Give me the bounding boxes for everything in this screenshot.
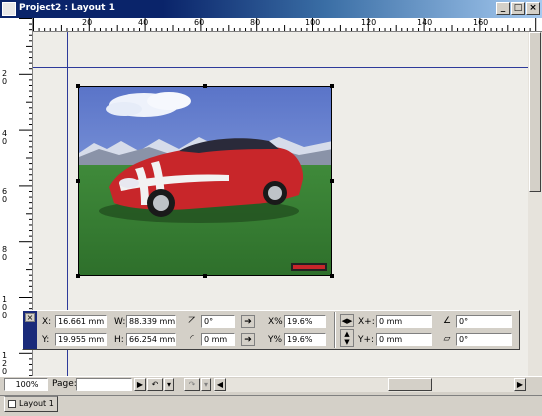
page-icon	[8, 400, 16, 408]
minimize-button[interactable]: _	[496, 2, 510, 15]
redo-icon[interactable]: ↷	[184, 378, 200, 391]
chevron-down-icon[interactable]: ▾	[164, 378, 174, 391]
picture-skew-field[interactable]: 0°	[456, 333, 512, 346]
ruler-label: 40	[138, 18, 149, 27]
horizontal-guide[interactable]	[33, 67, 528, 68]
layout-tab-bar	[0, 395, 542, 416]
selection-handle[interactable]	[330, 84, 334, 88]
corner-radius-field[interactable]: 0 mm	[201, 333, 235, 346]
ruler-label: 120	[361, 18, 377, 27]
selection-handle[interactable]	[203, 84, 207, 88]
offset-y-field[interactable]: 0 mm	[376, 333, 432, 346]
selection-handle[interactable]	[76, 179, 80, 183]
offset-x-field[interactable]: 0 mm	[376, 315, 432, 328]
offset-x-label: X+:	[358, 317, 375, 327]
tab-layout-1[interactable]: Layout 1	[4, 396, 58, 412]
w-label: W:	[114, 317, 126, 327]
scroll-right-icon[interactable]: ▶	[514, 378, 526, 391]
ruler-label: 160	[473, 18, 489, 27]
close-button[interactable]: ×	[526, 2, 540, 15]
tab-label: Layout 1	[19, 399, 54, 408]
ruler-label: 2 0	[2, 69, 8, 86]
car-image	[79, 87, 331, 275]
undo-icon[interactable]: ↶	[147, 378, 163, 391]
selection-handle[interactable]	[76, 84, 80, 88]
maximize-button[interactable]: □	[511, 2, 525, 15]
nudge-vertical-icon[interactable]: ▲ ▼	[340, 329, 354, 347]
window-title: Project2 : Layout 1	[19, 3, 115, 13]
picture-skew-icon: ▱	[443, 334, 451, 344]
picture-angle-icon: ∠	[442, 316, 452, 326]
corner-radius-icon: ◜	[190, 334, 194, 344]
w-field[interactable]: 88.339 mm	[126, 315, 176, 328]
x-field[interactable]: 16.661 mm	[55, 315, 107, 328]
ruler-label: 1 0 0	[2, 295, 8, 320]
chevron-down-icon[interactable]: ▾	[201, 378, 211, 391]
scroll-left-icon[interactable]: ◀	[214, 378, 226, 391]
picture-angle-field[interactable]: 0°	[456, 315, 512, 328]
scale-y-label: Y%	[268, 335, 283, 345]
ruler-label: 1 2 0	[2, 351, 8, 376]
horizontal-scrollbar-thumb[interactable]	[388, 378, 432, 391]
ruler-label: 4 0	[2, 129, 8, 146]
ruler-label: 140	[417, 18, 433, 27]
flip-vertical-icon[interactable]: ➔	[241, 333, 255, 346]
selection-handle[interactable]	[330, 274, 334, 278]
palette-divider	[334, 312, 336, 348]
picture-box[interactable]	[78, 86, 332, 276]
scale-y-field[interactable]: 19.6%	[284, 333, 326, 346]
y-label: Y:	[42, 335, 50, 345]
flip-horizontal-icon[interactable]: ➔	[241, 315, 255, 328]
ruler-label: 20	[82, 18, 93, 27]
ruler-label: 80	[250, 18, 261, 27]
page-next-icon[interactable]: ▶	[134, 378, 146, 391]
rotation-field[interactable]: 0°	[201, 315, 235, 328]
selection-handle[interactable]	[203, 274, 207, 278]
offset-y-label: Y+:	[358, 335, 375, 345]
vertical-scrollbar-thumb[interactable]	[529, 32, 541, 192]
page-label: Page:	[52, 379, 77, 389]
palette-close-icon[interactable]: ×	[25, 313, 35, 322]
scale-x-field[interactable]: 19.6%	[284, 315, 326, 328]
x-label: X:	[42, 317, 52, 327]
zoom-field[interactable]: 100%	[4, 378, 48, 391]
h-field[interactable]: 66.254 mm	[126, 333, 176, 346]
ruler-label: 8 0	[2, 245, 8, 262]
nudge-horizontal-icon[interactable]: ◀▶	[340, 314, 354, 327]
horizontal-scrollbar[interactable]	[214, 378, 514, 392]
rotation-icon: ⦢	[188, 316, 196, 326]
selection-handle[interactable]	[330, 179, 334, 183]
scale-x-label: X%	[268, 317, 283, 327]
ruler-label: 60	[194, 18, 205, 27]
h-label: H:	[114, 335, 124, 345]
ruler-label: 100	[305, 18, 321, 27]
horizontal-ruler-marks	[33, 18, 537, 31]
page-field[interactable]	[76, 378, 132, 391]
horizontal-ruler[interactable]: 20 40 60 80 100 120 140 160	[33, 18, 542, 32]
app-icon	[2, 2, 16, 16]
y-field[interactable]: 19.955 mm	[55, 333, 107, 346]
ruler-label: 6 0	[2, 187, 8, 204]
selection-handle[interactable]	[76, 274, 80, 278]
